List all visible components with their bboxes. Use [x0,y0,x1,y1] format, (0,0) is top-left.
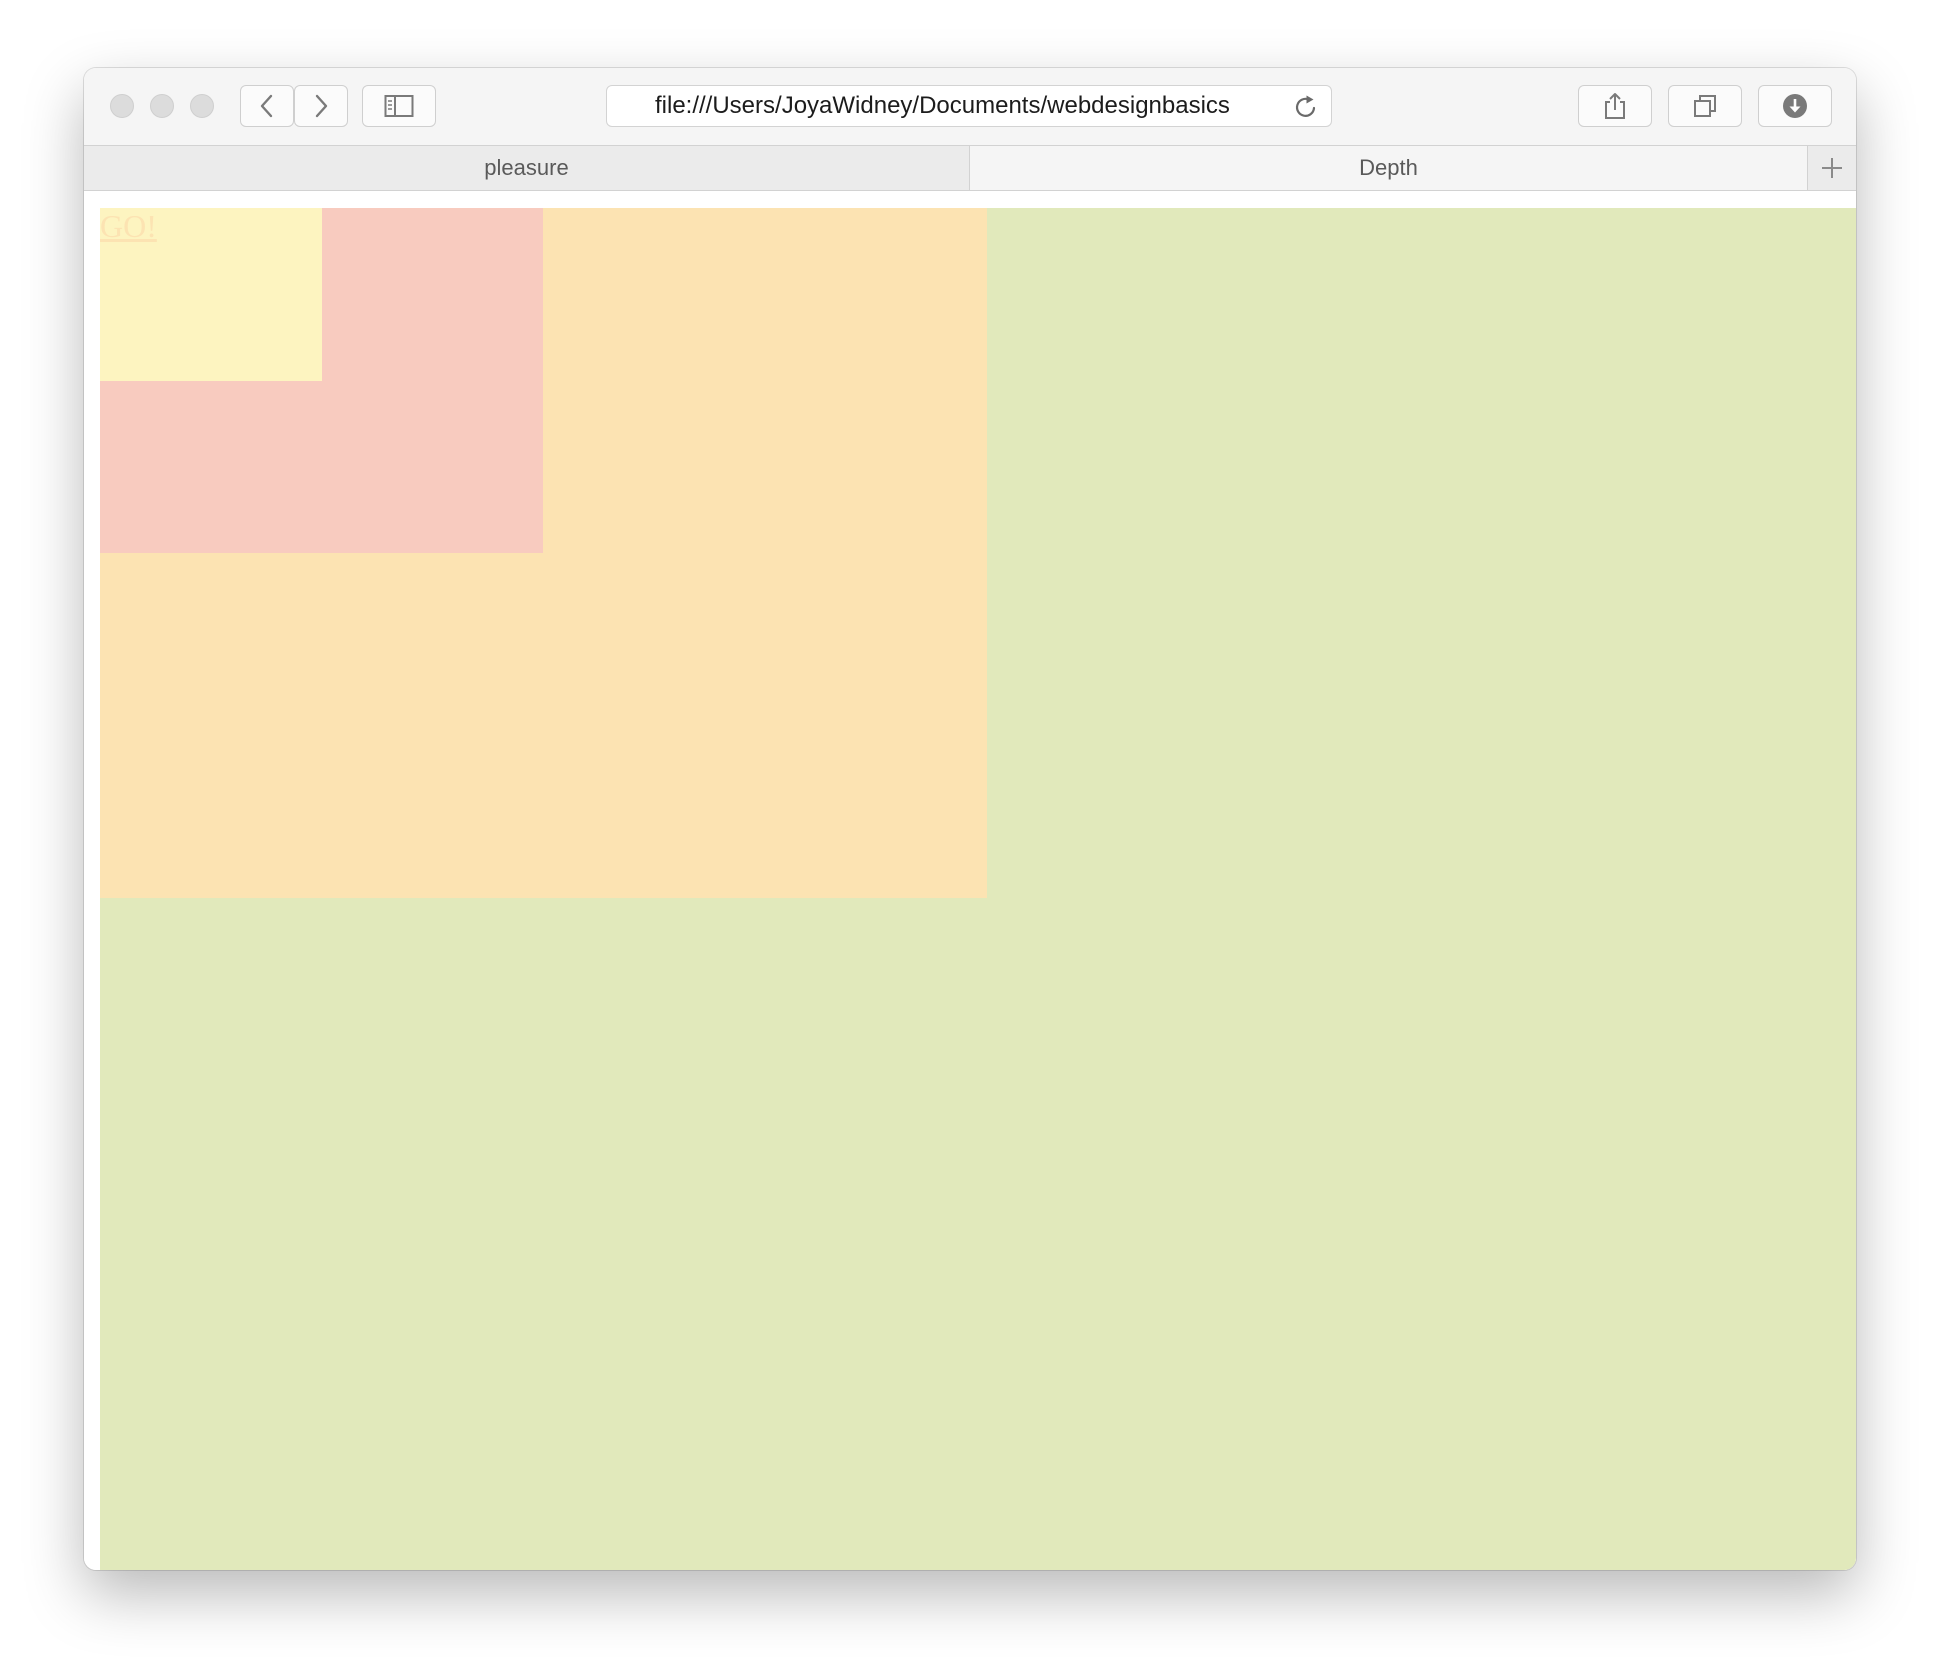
share-icon [1605,93,1625,119]
minimize-window-button[interactable] [150,94,174,118]
web-content: GO! [84,191,1856,1570]
chevron-left-icon [260,94,273,118]
sidebar-icon [384,95,414,117]
url-text: file:///Users/JoyaWidney/Documents/webde… [655,92,1230,119]
sidebar-toggle-button[interactable] [362,85,436,127]
yellow-box: GO! [100,208,322,381]
back-button[interactable] [240,85,294,127]
forward-button[interactable] [294,85,348,127]
plus-icon [1822,158,1842,178]
tab-label: Depth [1359,155,1418,180]
go-link[interactable]: GO! [100,208,157,244]
downloads-button[interactable] [1758,85,1832,127]
show-tabs-button[interactable] [1668,85,1742,127]
new-tab-button[interactable] [1808,146,1856,190]
browser-window: file:///Users/JoyaWidney/Documents/webde… [84,68,1856,1570]
address-bar[interactable]: file:///Users/JoyaWidney/Documents/webde… [606,85,1332,127]
chevron-right-icon [315,94,328,118]
tab-label: pleasure [484,155,569,180]
reload-icon[interactable] [1293,94,1319,120]
tabs-overview-icon [1694,95,1716,117]
zoom-window-button[interactable] [190,94,214,118]
download-icon [1783,94,1807,118]
close-window-button[interactable] [110,94,134,118]
tab-pleasure[interactable]: pleasure [84,146,969,190]
tab-depth[interactable]: Depth [969,146,1808,190]
tab-bar: pleasure Depth [84,145,1856,191]
share-button[interactable] [1578,85,1652,127]
browser-toolbar: file:///Users/JoyaWidney/Documents/webde… [84,68,1856,145]
